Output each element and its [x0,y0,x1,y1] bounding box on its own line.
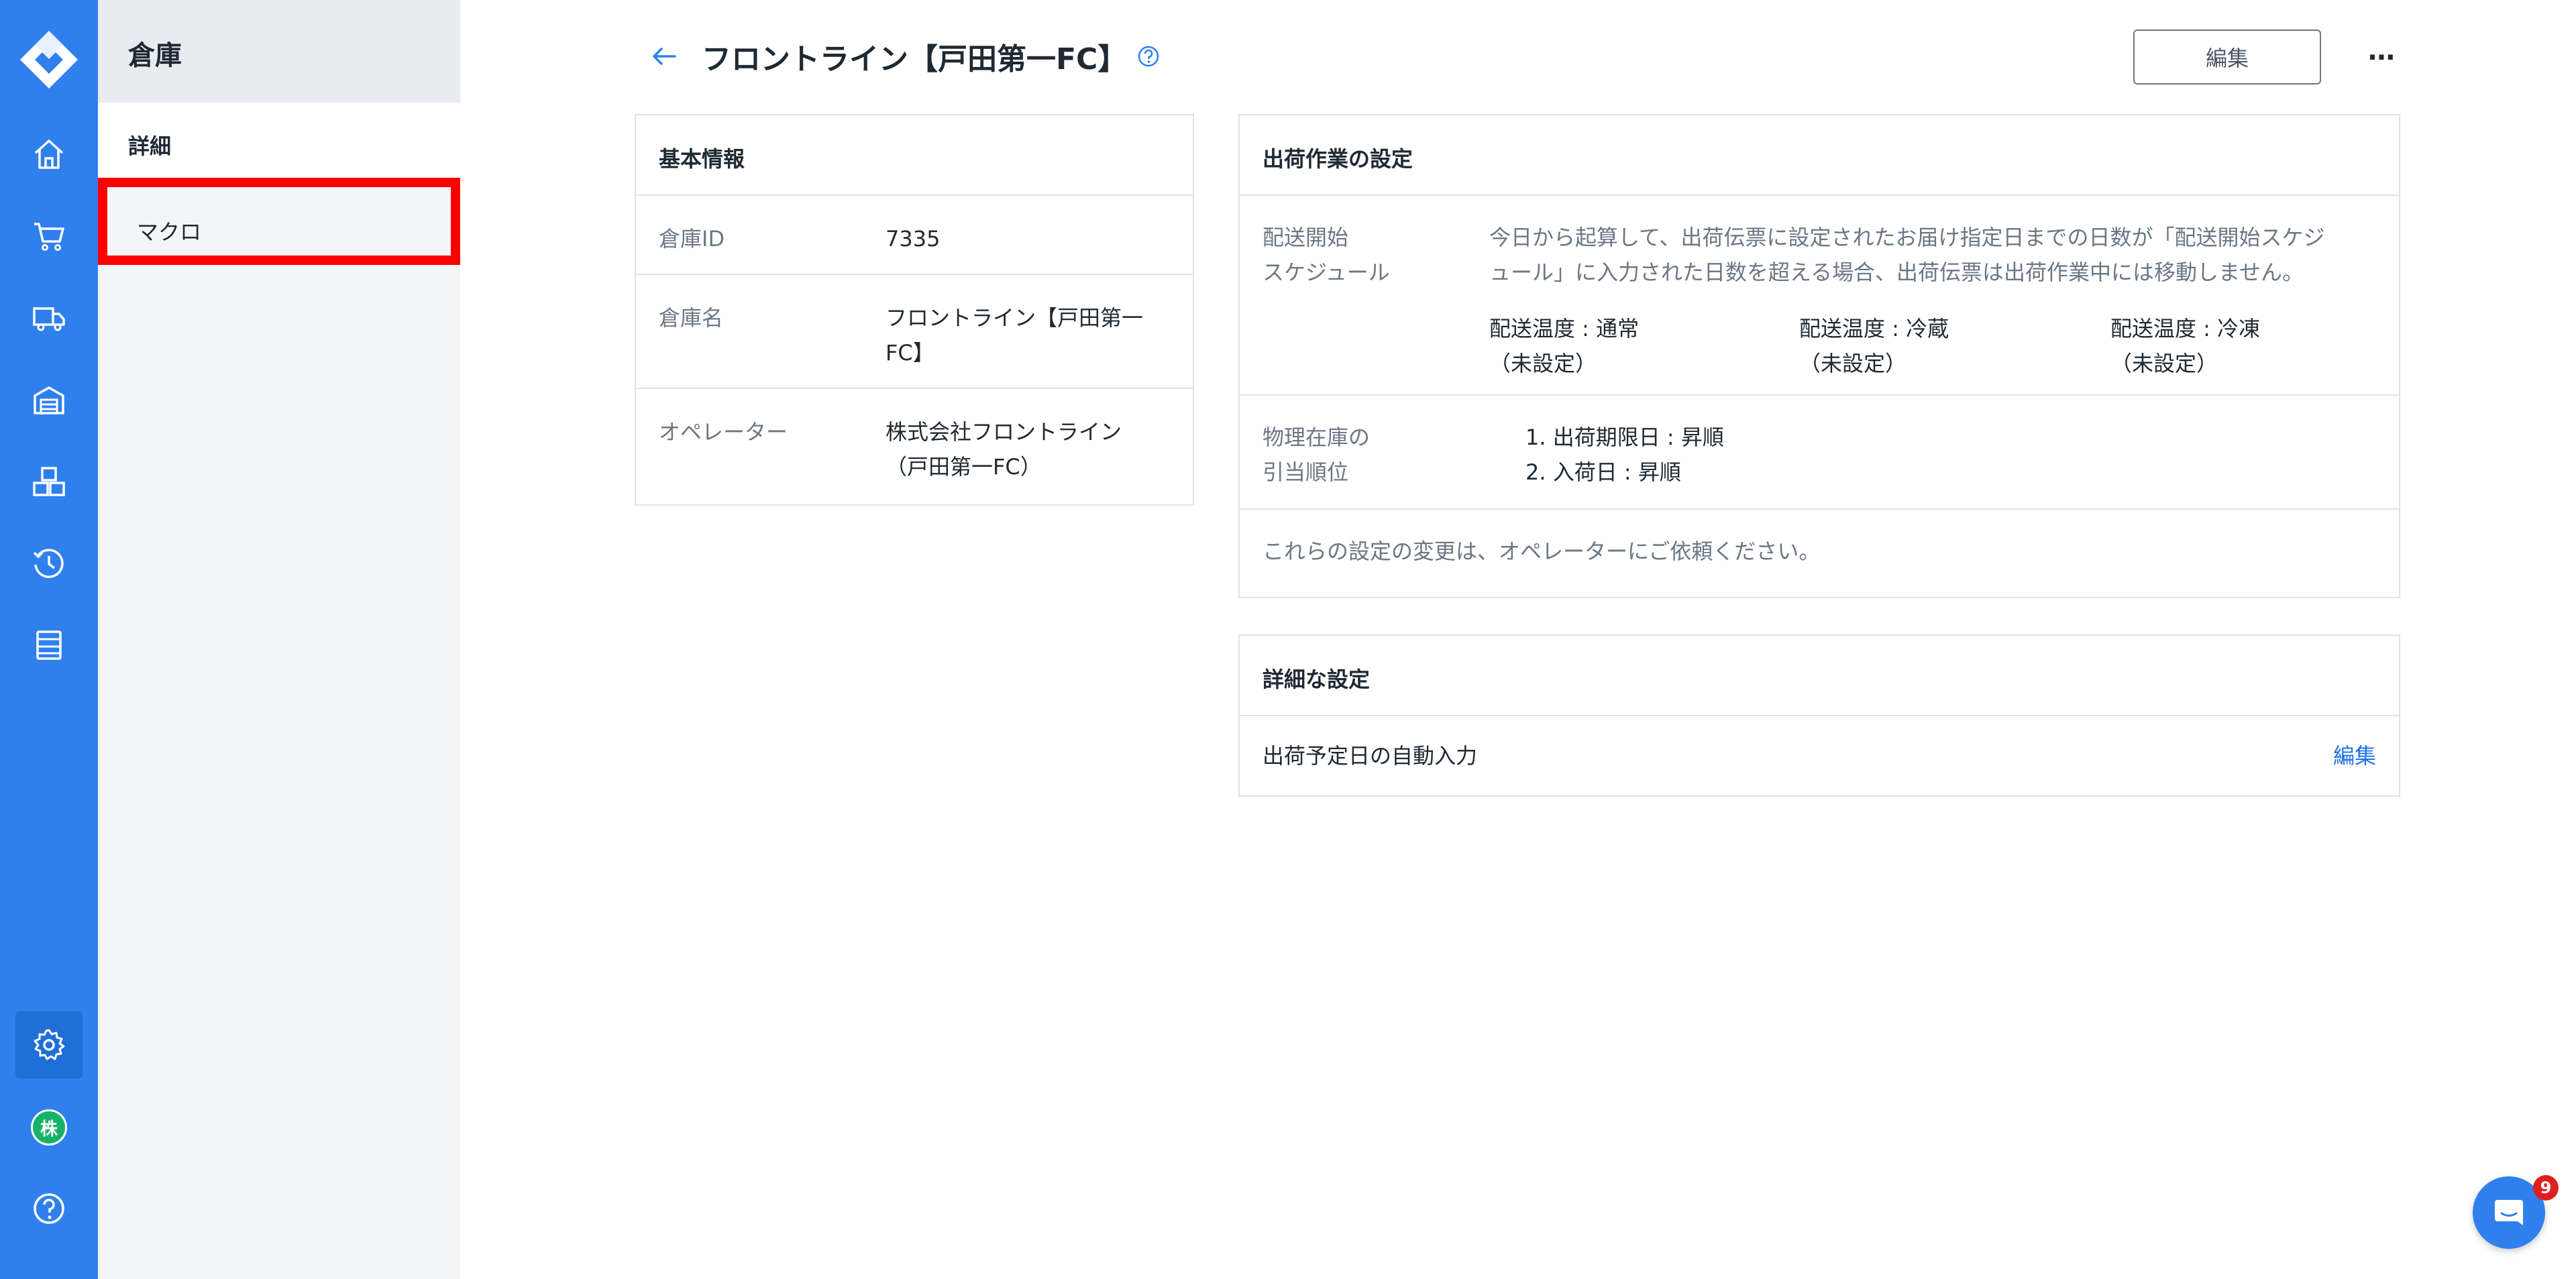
auto-ship-date-edit-link[interactable]: 編集 [2333,739,2376,770]
list-item: 1. 出荷期限日 : 昇順 [1525,425,1724,450]
operator-value: 株式会社フロントライン （戸田第一FC） [885,419,1122,480]
temp-frozen: 配送温度 : 冷凍 （未設定） [2110,316,2261,376]
delivery-schedule-label: 配送開始 スケジュール [1263,225,1390,285]
chat-icon [2495,1200,2523,1225]
subnav-item-macro[interactable]: マクロ [98,178,460,265]
basic-info-title: 基本情報 [636,115,1193,196]
temp-normal: 配送温度 : 通常 （未設定） [1489,316,1640,376]
gear-icon[interactable] [15,1011,83,1078]
history-icon[interactable] [15,530,83,597]
row-settings-note: これらの設定の変更は、オペレーターにご依頼ください。 [1240,510,2399,589]
warehouse-id-label: 倉庫ID [659,226,725,252]
page-header: フロントライン【戸田第一FC】 編集 ⋯ [635,27,2399,87]
row-delivery-schedule: 配送開始 スケジュール 今日から起算して、出荷伝票に設定されたお届け指定日までの… [1240,196,2399,396]
more-options-icon[interactable]: ⋯ [2359,38,2406,78]
advanced-settings-title: 詳細な設定 [1240,636,2399,716]
basic-info-card: 基本情報 倉庫ID 7335 倉庫名 フロントライン【戸田第一 FC】 オペレー… [635,114,1194,506]
logo-icon[interactable] [17,28,80,91]
operator-label: オペレーター [659,419,788,445]
temp-refrigerated: 配送温度 : 冷蔵 （未設定） [1799,316,1949,376]
list-item: 2. 入荷日 : 昇順 [1525,459,1681,485]
advanced-settings-card: 詳細な設定 出荷予定日の自動入力 編集 [1238,634,2400,797]
company-badge[interactable]: 株 [31,1109,67,1146]
back-arrow-icon[interactable] [648,42,680,71]
page-title: フロントライン【戸田第一FC】 [702,42,1128,76]
allocation-priority-list: 1. 出荷期限日 : 昇順 2. 入荷日 : 昇順 [1525,420,1724,490]
row-auto-ship-date: 出荷予定日の自動入力 編集 [1240,716,2399,795]
help-icon[interactable] [15,1175,83,1242]
subnav-title: 倉庫 [98,0,460,103]
home-icon[interactable] [15,121,83,188]
delivery-schedule-description: 今日から起算して、出荷伝票に設定されたお届け指定日までの日数が「配送開始スケジ … [1489,225,2325,285]
row-warehouse-id: 倉庫ID 7335 [636,196,1193,275]
cart-icon[interactable] [15,203,83,270]
auto-ship-date-label: 出荷予定日の自動入力 [1263,743,1478,769]
row-allocation-priority: 物理在庫の 引当順位 1. 出荷期限日 : 昇順 2. 入荷日 : 昇順 [1240,396,2399,510]
warehouse-id-value: 7335 [885,226,941,252]
list-icon[interactable] [15,612,83,679]
truck-icon[interactable] [15,284,83,351]
warehouse-name-label: 倉庫名 [659,305,724,331]
boxes-icon[interactable] [15,448,83,515]
edit-button[interactable]: 編集 [2133,30,2321,85]
warehouse-name-value: フロントライン【戸田第一 FC】 [885,305,1144,366]
shipping-settings-card: 出荷作業の設定 配送開始 スケジュール 今日から起算して、出荷伝票に設定されたお… [1238,114,2400,598]
icon-sidebar: 株 [0,0,98,1279]
subnav-item-details[interactable]: 詳細 [98,103,460,184]
warehouse-icon[interactable] [15,366,83,433]
row-operator: オペレーター 株式会社フロントライン （戸田第一FC） [636,389,1193,503]
settings-note: これらの設定の変更は、オペレーターにご依頼ください。 [1263,539,1821,564]
row-warehouse-name: 倉庫名 フロントライン【戸田第一 FC】 [636,275,1193,389]
allocation-priority-label: 物理在庫の 引当順位 [1263,425,1371,485]
shipping-settings-title: 出荷作業の設定 [1240,115,2399,196]
sub-navigation: 倉庫 詳細 マクロ [98,0,460,1279]
notification-count-badge: 9 [2533,1175,2559,1201]
question-icon[interactable] [1136,44,1161,68]
